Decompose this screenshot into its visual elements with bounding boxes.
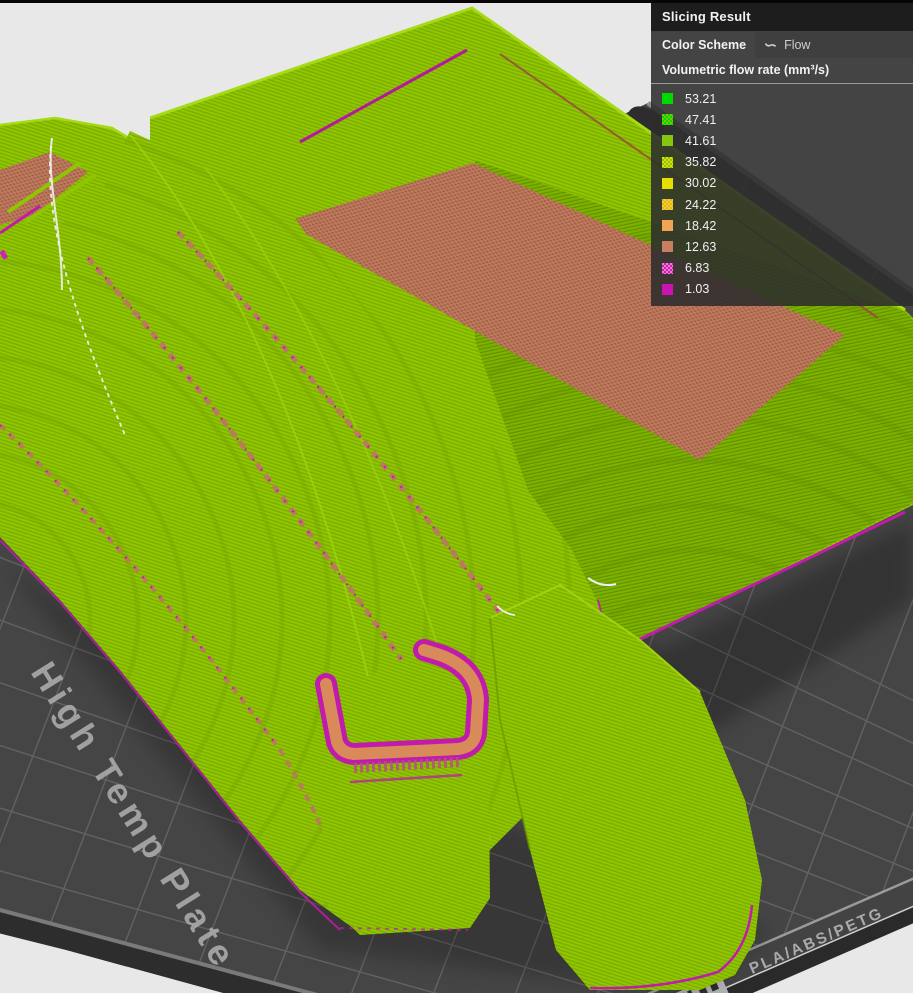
legend-item: 6.83 xyxy=(651,258,913,279)
legend-item: 53.21 xyxy=(651,88,913,109)
legend-value: 12.63 xyxy=(685,239,717,254)
color-scheme-label: Color Scheme xyxy=(662,38,747,52)
legend-color-swatch xyxy=(662,220,673,232)
legend-value: 24.22 xyxy=(685,197,717,212)
legend-color-swatch xyxy=(662,114,673,126)
legend-color-swatch xyxy=(662,199,673,211)
legend-value: 47.41 xyxy=(685,112,717,127)
panel-title: Slicing Result xyxy=(651,3,913,32)
legend-item: 18.42 xyxy=(651,215,913,236)
legend-item: 47.41 xyxy=(651,109,913,130)
legend-item: 35.82 xyxy=(651,152,913,173)
slicing-result-panel: Slicing Result Color Scheme Flow Volumet… xyxy=(651,3,913,306)
legend-value: 53.21 xyxy=(685,91,717,106)
legend-color-swatch xyxy=(662,93,673,105)
color-scheme-dropdown[interactable]: Flow xyxy=(755,32,913,58)
metric-label: Volumetric flow rate (mm³/s) xyxy=(662,63,830,77)
legend-item: 1.03 xyxy=(651,279,913,300)
slicer-3d-viewport: PLA/ABS/PETG High Temp Plate Slicing Res… xyxy=(0,0,913,993)
chevron-down-icon xyxy=(764,42,777,47)
legend-value: 1.03 xyxy=(685,282,710,297)
legend-item: 12.63 xyxy=(651,236,913,257)
legend-color-swatch xyxy=(662,177,673,189)
legend-color-swatch xyxy=(662,241,673,253)
legend-color-swatch xyxy=(662,156,673,168)
legend-value: 41.61 xyxy=(685,133,717,148)
legend-value: 18.42 xyxy=(685,218,717,233)
legend-color-swatch xyxy=(662,262,673,274)
color-scheme-row: Color Scheme Flow xyxy=(651,32,913,58)
legend-color-swatch xyxy=(662,135,673,147)
legend-item: 41.61 xyxy=(651,130,913,151)
model-pillar[interactable] xyxy=(315,639,490,935)
color-scheme-value: Flow xyxy=(784,38,811,52)
legend-item: 30.02 xyxy=(651,173,913,194)
legend-value: 30.02 xyxy=(685,176,717,191)
legend-item: 24.22 xyxy=(651,194,913,215)
flow-legend: 53.21 47.41 41.61 35.82 30.02 24.22 18.42 12.63… xyxy=(651,84,913,306)
legend-value: 6.83 xyxy=(685,261,710,276)
legend-value: 35.82 xyxy=(685,155,717,170)
legend-color-swatch xyxy=(662,283,673,295)
